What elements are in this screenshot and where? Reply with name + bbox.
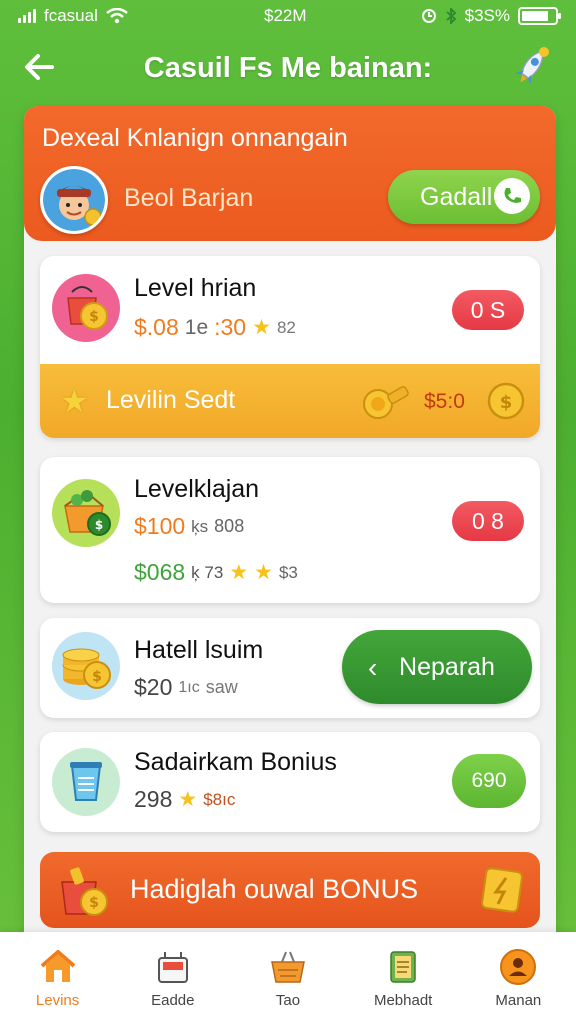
card-amount-2: $068 <box>134 559 186 585</box>
svg-text:$: $ <box>89 895 99 911</box>
ticket-icon <box>481 867 523 913</box>
status-bar: fcasual $22M $3S% <box>0 0 576 32</box>
level-card-1[interactable]: $ Level hrian $.08 1e :30 ★ 82 0 S ★ Lev… <box>40 256 540 438</box>
tab-manan[interactable]: Manan <box>463 932 573 1009</box>
card-meta: $20 1ıc saw <box>134 674 238 701</box>
battery-icon <box>518 7 561 25</box>
profile-banner: Dexeal Knlanign onnangain Beol Barjan Ga… <box>24 106 556 241</box>
cup-icon <box>52 748 120 816</box>
bluetooth-icon <box>445 8 457 24</box>
gadall-label: Gadall <box>420 182 493 211</box>
profile-icon <box>500 949 537 985</box>
card-meta-1: ķs <box>191 516 209 536</box>
tray-icon <box>157 952 188 983</box>
tab-eadde[interactable]: Eadde <box>118 932 228 1009</box>
tab-label: Mebhadt <box>373 992 433 1009</box>
card-title: Levelklajan <box>134 475 260 503</box>
star-icon: ★ <box>252 316 271 339</box>
card-title: Level hrian <box>134 274 257 302</box>
card-meta-row2: $068 ķ 73 ★ ★ $3 <box>134 559 298 586</box>
level-card-3[interactable]: $ Hatell lsuim $20 1ıc saw ‹ Neparah <box>40 618 540 718</box>
tab-mebhadt[interactable]: Mebhadt <box>348 932 458 1009</box>
clipboard-icon <box>390 951 416 983</box>
app-header: Casuil Fs Me bainan: <box>0 38 576 98</box>
coin-stack-icon: $ <box>52 632 120 700</box>
player-name: Beol Barjan <box>124 184 254 212</box>
card-meta-3: 82 <box>276 317 296 337</box>
carrier-label: fcasual <box>44 6 98 25</box>
card-badge[interactable]: 0 S <box>452 290 524 330</box>
tab-label: Eadde <box>151 992 195 1009</box>
chevron-left-icon: ‹ <box>368 652 378 683</box>
tab-label: Levins <box>35 992 80 1009</box>
bucket-coin-icon: $ <box>61 867 108 916</box>
card-meta: $.08 1e :30 ★ 82 <box>134 314 296 341</box>
bonus-card[interactable]: Sadairkam Bonius 298 ★ $8ıc 690 <box>40 732 540 832</box>
bonus-bar[interactable]: $ Hadiglah ouwal BONUS <box>40 852 540 928</box>
page-title: Casuil Fs Me bainan: <box>143 51 433 84</box>
svg-text:$: $ <box>95 518 103 532</box>
basket-icon <box>271 951 305 983</box>
tab-label: Tao <box>275 992 301 1009</box>
status-left: fcasual <box>18 6 128 26</box>
card-meta-2: saw <box>205 677 238 697</box>
alarm-icon <box>421 9 436 23</box>
basket-coin-icon: $ <box>52 479 120 547</box>
star-icon: ★ <box>60 383 89 419</box>
card-title: Sadairkam Bonius <box>134 748 337 776</box>
rocket-icon[interactable] <box>512 44 552 88</box>
bottom-tab-bar: Levins Eadde Tao Mebhadt Manan <box>0 932 576 1024</box>
tab-tao[interactable]: Tao <box>233 932 343 1009</box>
clock: $22M <box>264 6 307 25</box>
bonus-label: Hadiglah ouwal BONUS <box>130 874 419 904</box>
signal-icon <box>18 9 36 23</box>
tab-levins[interactable]: Levins <box>3 932 113 1009</box>
svg-text:$: $ <box>92 669 102 685</box>
card-amount: $20 <box>134 674 173 700</box>
card-meta-1: 1e <box>184 315 209 339</box>
banner-title: Dexeal Knlanign onnangain <box>42 124 348 152</box>
level-card-2[interactable]: $ Levelklajan $100 ķs 808 0 8 $068 ķ 73 … <box>40 457 540 603</box>
card-meta-1: 1ıc <box>178 678 200 696</box>
star-icon: ★ <box>178 788 198 811</box>
coin-key-icon <box>363 386 409 419</box>
card-amount: 298 <box>134 786 173 812</box>
card-title: Hatell lsuim <box>134 636 264 664</box>
card-meta-1: $8ıc <box>203 789 236 809</box>
home-icon <box>40 950 75 982</box>
star-icon: ★ <box>254 561 273 584</box>
coin-icon: $ <box>487 382 525 420</box>
svg-text:$: $ <box>89 309 99 325</box>
back-button[interactable] <box>22 50 60 84</box>
card-meta-2: 808 <box>214 516 245 536</box>
strip-label: Levilin Sedt <box>106 386 236 414</box>
card-amount: $.08 <box>134 314 179 340</box>
card-badge[interactable]: 0 8 <box>452 501 524 541</box>
bonus-badge[interactable]: 690 <box>452 754 526 808</box>
card-meta-3: ķ 73 <box>191 562 224 582</box>
bucket-coin-icon: $ <box>52 274 120 342</box>
card-meta-4: $3 <box>278 562 298 582</box>
strip-value: $5:0 <box>424 390 465 413</box>
card-amount: $100 <box>134 513 186 539</box>
wifi-icon <box>106 8 128 24</box>
neparah-label: Neparah <box>399 652 495 681</box>
phone-icon <box>494 178 530 214</box>
card-meta: 298 ★ $8ıc <box>134 786 235 813</box>
star-icon: ★ <box>229 561 249 584</box>
status-right: $3S% <box>421 6 561 26</box>
gadall-button[interactable]: Gadall <box>388 170 540 224</box>
avatar[interactable] <box>40 166 108 234</box>
levilin-strip[interactable]: ★ Levilin Sedt $5:0 $ <box>40 364 540 438</box>
battery-label: $3S% <box>464 6 510 25</box>
svg-text:$: $ <box>500 392 513 413</box>
card-meta-2: :30 <box>214 314 247 340</box>
neparah-button[interactable]: ‹ Neparah <box>342 630 532 704</box>
card-meta: $100 ķs 808 <box>134 513 244 540</box>
tab-label: Manan <box>495 992 542 1009</box>
